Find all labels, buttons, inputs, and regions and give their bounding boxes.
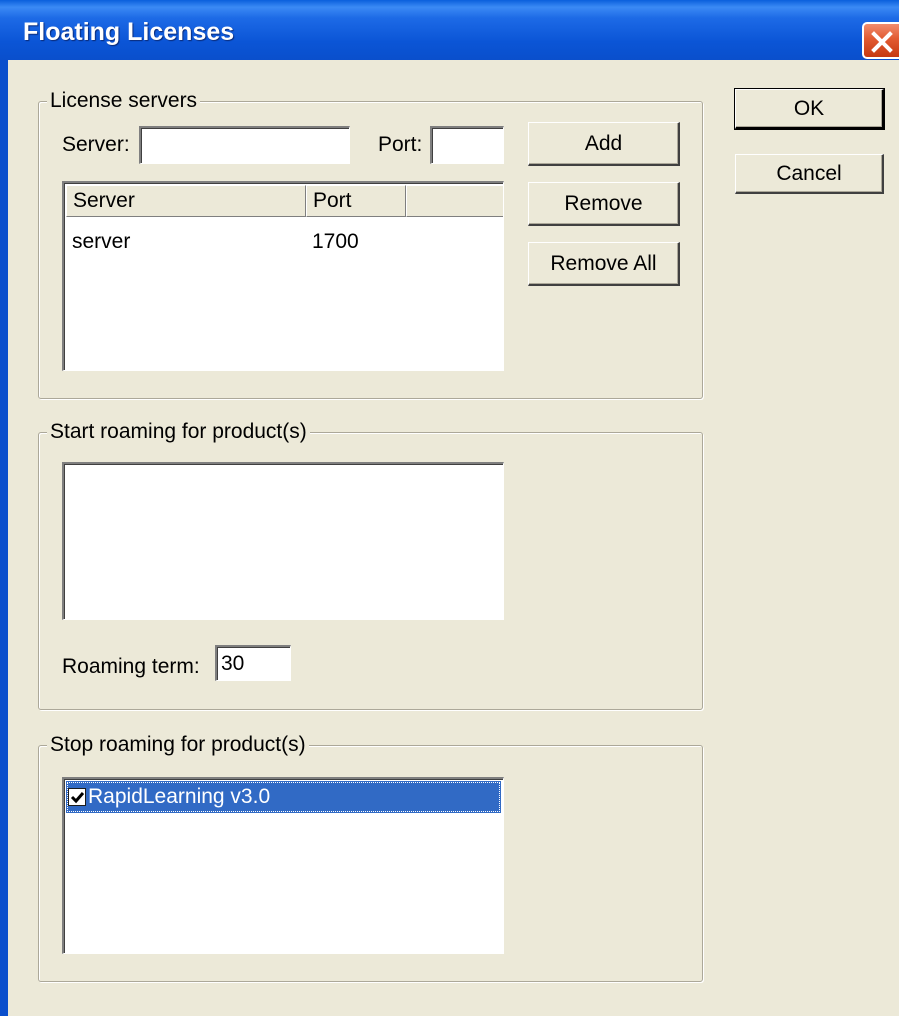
cancel-button[interactable]: Cancel bbox=[735, 154, 884, 194]
roaming-term-label: Roaming term: bbox=[62, 655, 200, 678]
port-input[interactable] bbox=[430, 126, 504, 164]
column-header-server[interactable]: Server bbox=[66, 185, 306, 217]
server-cell: server bbox=[72, 230, 131, 253]
ok-button[interactable]: OK bbox=[734, 88, 885, 130]
column-header-empty bbox=[406, 185, 503, 217]
stop-roaming-list[interactable]: RapidLearning v3.0 bbox=[62, 777, 504, 954]
remove-button[interactable]: Remove bbox=[528, 182, 680, 226]
server-label: Server: bbox=[62, 133, 130, 156]
port-label: Port: bbox=[378, 133, 423, 156]
column-header-port[interactable]: Port bbox=[306, 185, 406, 217]
server-input[interactable] bbox=[139, 126, 350, 164]
title-bar: Floating Licenses bbox=[0, 0, 899, 60]
license-servers-title: License servers bbox=[47, 88, 201, 114]
server-list[interactable]: Server Port server 1700 bbox=[62, 181, 504, 371]
close-button[interactable] bbox=[862, 22, 899, 59]
server-list-header: Server Port bbox=[66, 185, 503, 217]
close-icon bbox=[871, 31, 893, 53]
stop-roaming-title: Stop roaming for product(s) bbox=[47, 732, 309, 758]
port-cell: 1700 bbox=[312, 230, 359, 253]
window-title: Floating Licenses bbox=[23, 18, 235, 46]
list-item[interactable]: RapidLearning v3.0 bbox=[66, 781, 501, 813]
add-button[interactable]: Add bbox=[528, 122, 680, 166]
roaming-term-input[interactable] bbox=[215, 645, 291, 681]
product-label: RapidLearning v3.0 bbox=[88, 785, 271, 808]
start-roaming-title: Start roaming for product(s) bbox=[47, 419, 310, 445]
start-roaming-list[interactable] bbox=[62, 462, 504, 620]
checkmark-icon bbox=[70, 792, 85, 804]
remove-all-button[interactable]: Remove All bbox=[528, 242, 680, 286]
product-checkbox[interactable] bbox=[68, 788, 86, 806]
